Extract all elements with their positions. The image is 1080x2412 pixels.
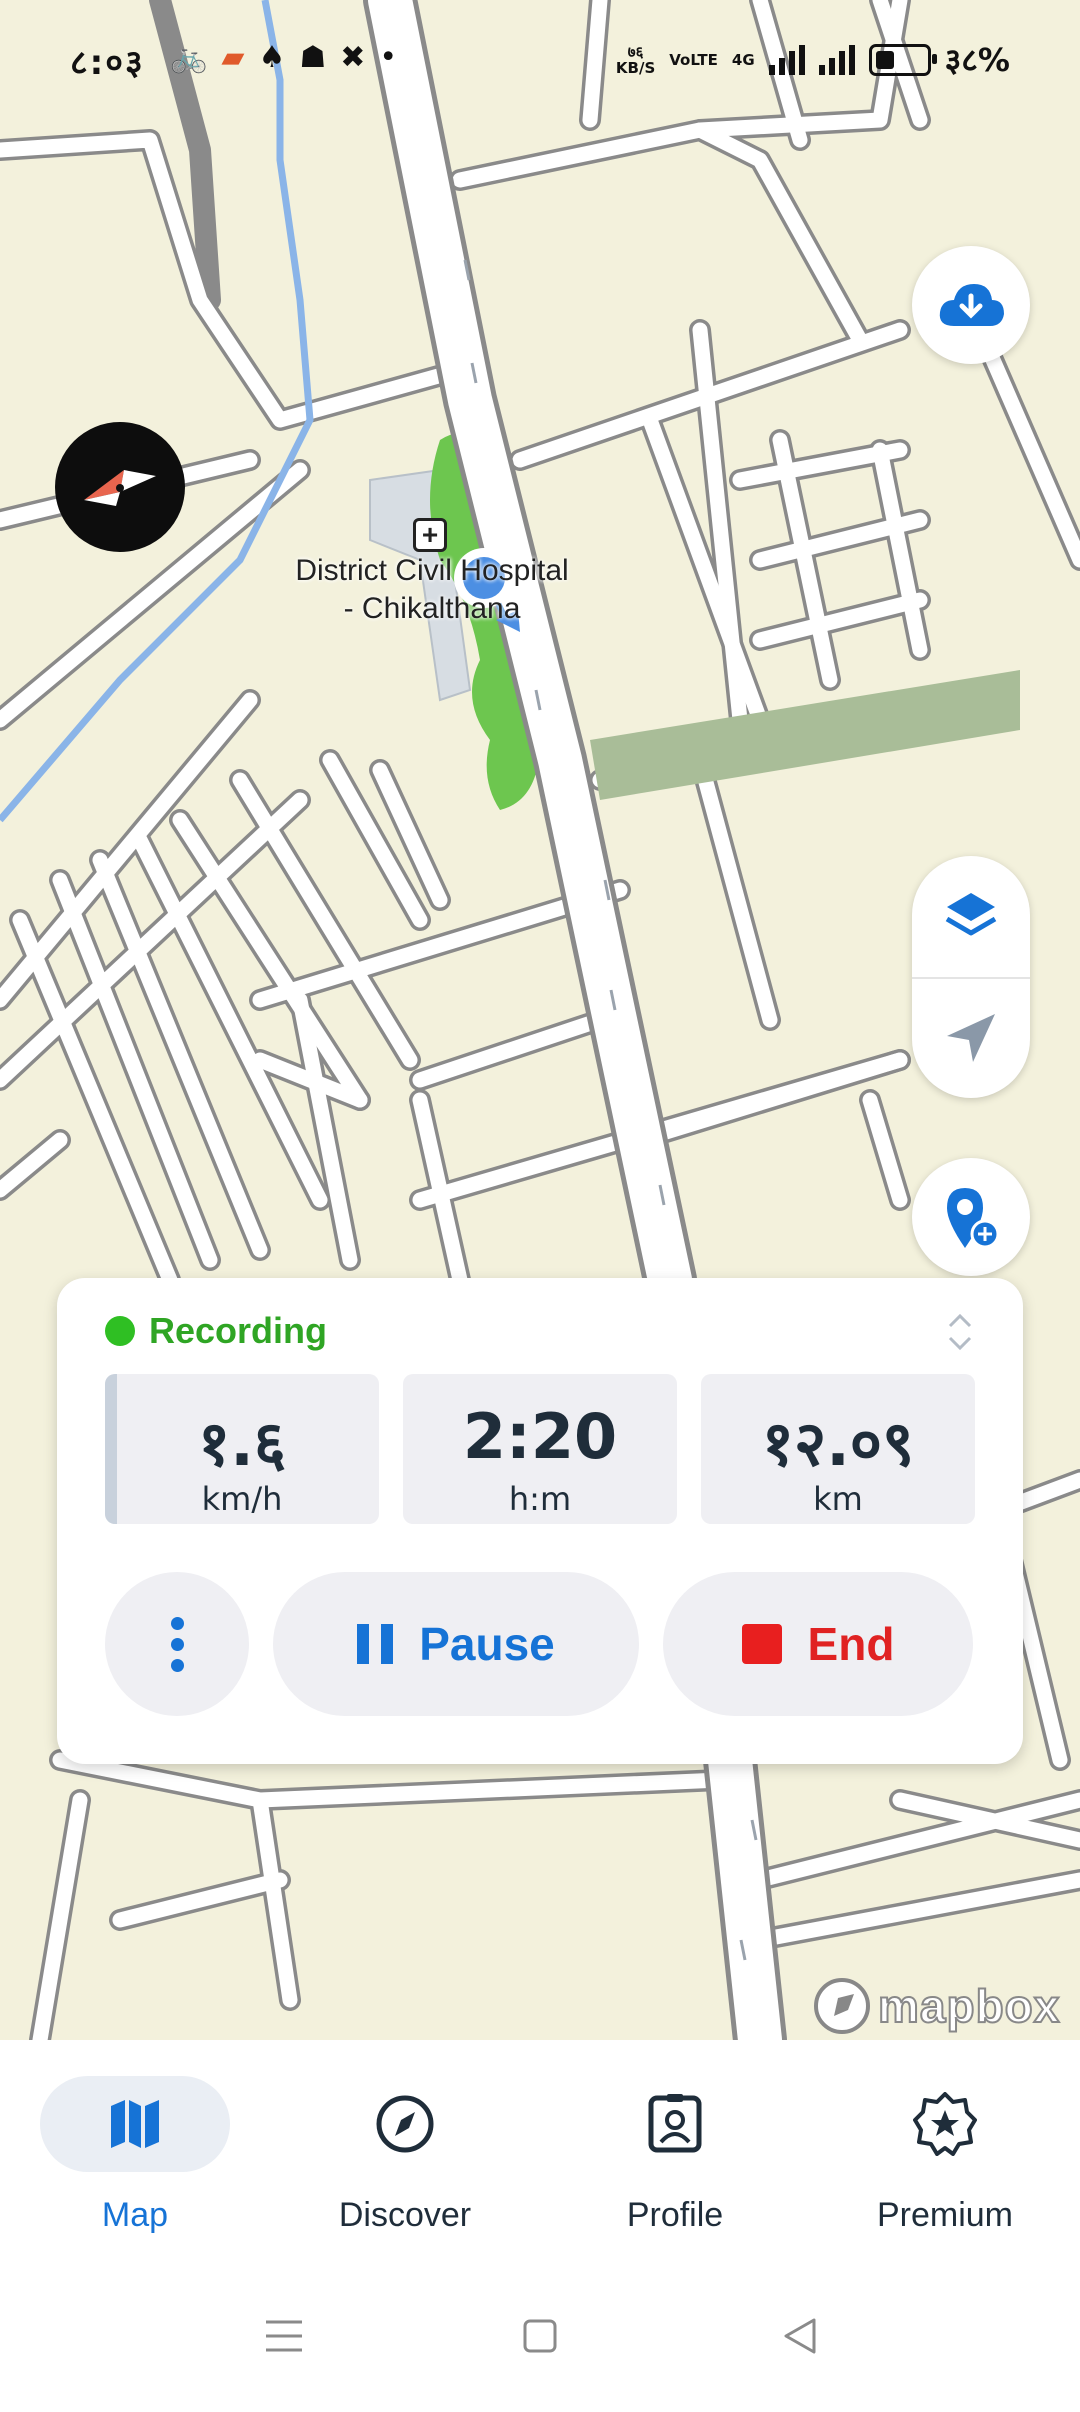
volte-indicator: VoLTE	[669, 50, 718, 69]
app-icon: ♠	[258, 40, 300, 75]
signal-icon	[818, 44, 855, 75]
network-type: 4G	[731, 50, 755, 69]
compass-icon	[376, 2095, 434, 2153]
add-location-icon	[947, 1188, 1000, 1249]
status-bar: ८:०३ 🚲▰♠☗✖• ७६ KB/S VoLTE 4G ३८%	[0, 0, 1080, 120]
compass-icon	[84, 470, 156, 506]
recording-status: Recording	[105, 1310, 327, 1352]
nav-profile[interactable]: Profile	[540, 2076, 810, 2235]
signal-icon	[768, 44, 805, 75]
expand-collapse-button[interactable]	[945, 1308, 975, 1356]
stat-duration: 2:20 h:m	[403, 1374, 677, 1524]
status-time: ८:०३	[70, 43, 145, 83]
menu-icon	[266, 2320, 302, 2352]
stop-icon	[741, 1624, 782, 1664]
map-controls	[912, 856, 1030, 1098]
more-vertical-icon	[170, 1616, 184, 1672]
battery-icon	[868, 43, 937, 76]
back-button[interactable]	[770, 2306, 830, 2366]
locate-me-button[interactable]	[912, 977, 1030, 1098]
pause-button[interactable]: Pause	[273, 1572, 639, 1716]
cloud-download-icon	[939, 284, 1004, 326]
back-triangle-icon	[784, 2318, 816, 2354]
bike-icon: 🚲	[170, 40, 222, 75]
recents-button[interactable]	[254, 2306, 314, 2366]
app-icon: ✖	[340, 40, 380, 75]
home-button[interactable]	[510, 2306, 570, 2366]
square-icon	[523, 2319, 557, 2353]
profile-badge-icon	[648, 2094, 702, 2153]
layers-icon	[945, 892, 997, 935]
system-indicators: ७६ KB/S VoLTE 4G ३८%	[616, 38, 1010, 81]
mapbox-attribution[interactable]: mapbox	[812, 1976, 1060, 2036]
compass-button[interactable]	[55, 422, 185, 552]
nav-premium[interactable]: Premium	[810, 2076, 1080, 2235]
end-button[interactable]: End	[663, 1572, 973, 1716]
nav-map[interactable]: Map	[0, 2076, 270, 2235]
system-navigation-bar	[0, 2270, 1080, 2412]
network-speed: ७६ KB/S	[615, 42, 656, 77]
star-badge-icon	[913, 2092, 977, 2156]
more-options-button[interactable]	[105, 1572, 249, 1716]
chevron-updown-icon	[948, 1313, 972, 1351]
navigation-arrow-icon	[947, 1013, 995, 1062]
map-icon	[111, 2100, 159, 2148]
app-icon: ▰	[221, 40, 259, 75]
stat-speed: १.६ km/h	[105, 1374, 379, 1524]
recording-dot-icon	[105, 1316, 135, 1346]
recording-panel: Recording १.६ km/h 2:20 h:m १२.०९ km Pau…	[57, 1278, 1023, 1764]
place-label[interactable]: District Civil Hospital - Chikalthana	[282, 552, 582, 628]
stat-distance: १२.०९ km	[701, 1374, 975, 1524]
battery-percent: ३८%	[944, 41, 1010, 79]
layers-button[interactable]	[912, 856, 1030, 977]
hospital-icon: +	[413, 518, 447, 552]
nav-discover[interactable]: Discover	[270, 2076, 540, 2235]
pause-icon	[357, 1624, 394, 1664]
download-map-button[interactable]	[912, 246, 1030, 364]
dot-icon: •	[379, 40, 412, 75]
notification-icons: 🚲▰♠☗✖•	[170, 40, 411, 75]
bottom-navigation: Map Discover Profile Premium	[0, 2040, 1080, 2270]
add-location-button[interactable]	[912, 1158, 1030, 1276]
mapbox-logo-icon	[814, 1978, 870, 2034]
app-icon: ☗	[299, 40, 341, 75]
